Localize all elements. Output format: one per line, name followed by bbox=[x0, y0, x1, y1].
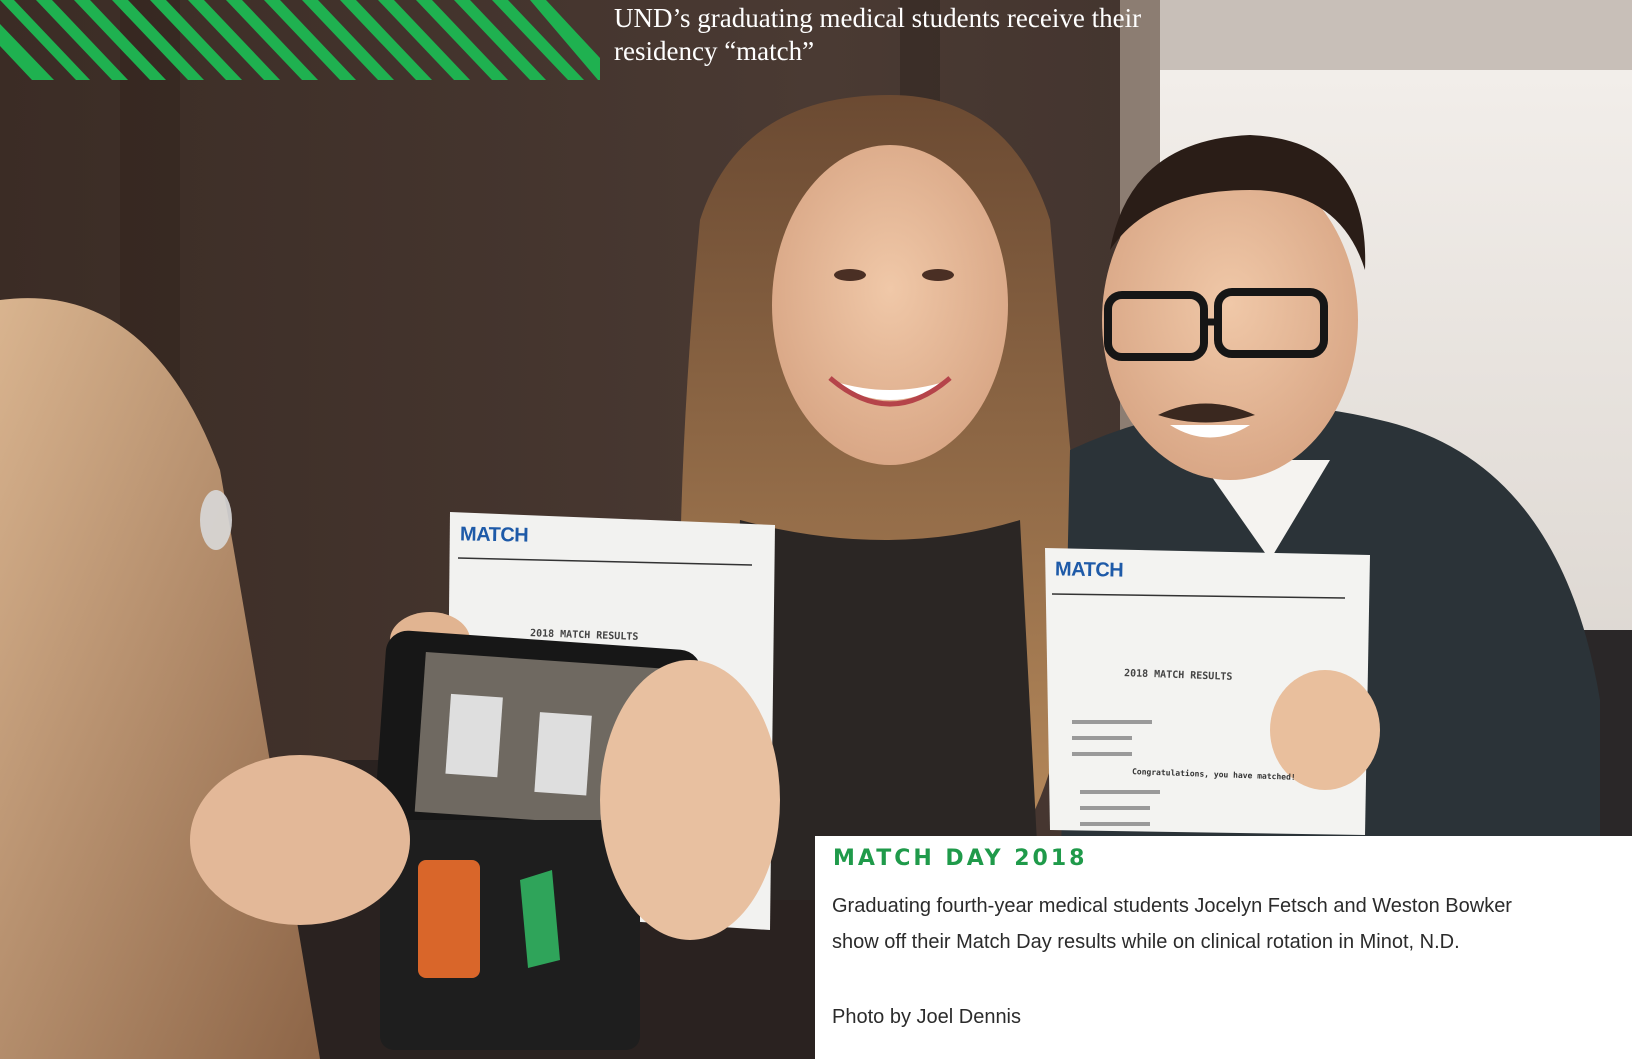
photo-credit: Photo by Joel Dennis bbox=[832, 1006, 1022, 1028]
headline: UND’s graduating medical students receiv… bbox=[614, 3, 1142, 66]
caption-box: MATCH DAY 2018 Graduating fourth-year me… bbox=[815, 836, 1632, 1059]
caption-body: Graduating fourth-year medical students … bbox=[832, 895, 1512, 953]
decorative-stripes bbox=[0, 0, 600, 80]
match-logo-right: MATCH bbox=[1054, 558, 1124, 582]
caption-title: MATCH DAY 2018 bbox=[833, 846, 1088, 871]
match-logo-left: MATCH bbox=[459, 523, 529, 547]
